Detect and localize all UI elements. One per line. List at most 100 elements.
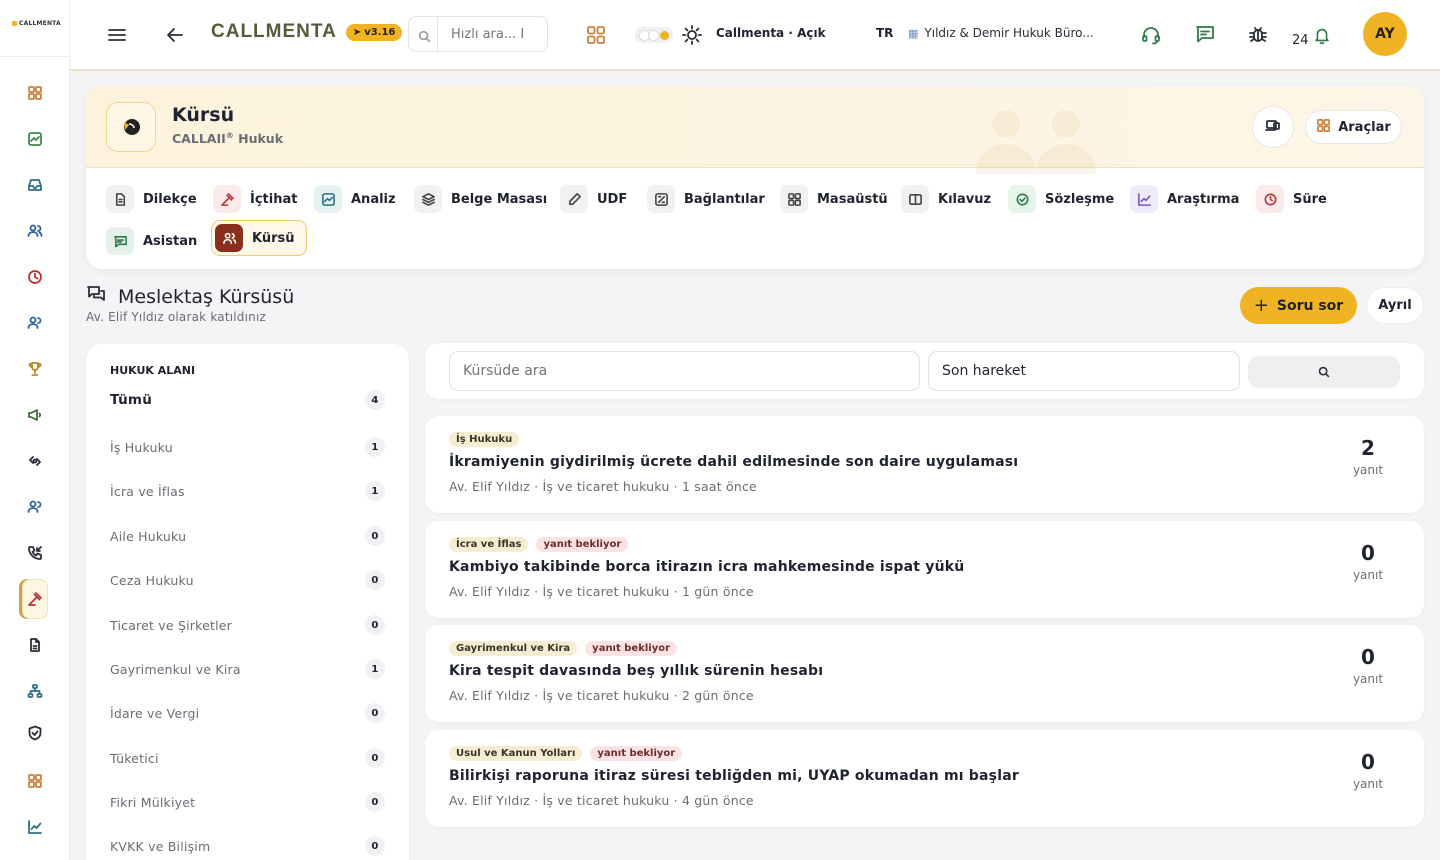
area-tag[interactable]: Usul ve Kanun Yolları — [449, 746, 583, 761]
filter-item[interactable]: İdare ve Vergi 0 — [110, 703, 385, 723]
filter-item[interactable]: Aile Hukuku 0 — [110, 526, 385, 546]
app-logo[interactable]: CALLMENTA — [12, 20, 61, 27]
message-icon[interactable] — [1194, 23, 1216, 45]
status-badge: yanıt bekliyor — [536, 537, 629, 552]
filter-item[interactable]: Ceza Hukuku 0 — [110, 570, 385, 590]
filter-heading: HUKUK ALANI — [110, 364, 196, 377]
page-subtitle: CALLAII® Hukuk — [172, 131, 284, 147]
sort-select[interactable]: Son hareket — [928, 351, 1240, 391]
search-icon — [1318, 363, 1330, 382]
rail-megaphone-icon[interactable] — [22, 402, 48, 428]
tab-arastirma[interactable]: Araştırma — [1130, 182, 1239, 216]
forum-search-input[interactable] — [463, 363, 903, 379]
rail-calls-icon[interactable] — [22, 540, 48, 566]
filter-item[interactable]: Fikri Mülkiyet 0 — [110, 792, 385, 812]
tab-sure[interactable]: Süre — [1256, 182, 1327, 216]
tab-masaustu[interactable]: Masaüstü — [780, 182, 888, 216]
filter-item[interactable]: İcra ve İflas 1 — [110, 481, 385, 501]
question-meta: Av. Elif Yıldız · İş ve ticaret hukuku ·… — [449, 584, 754, 599]
device-toggle-button[interactable] — [1252, 106, 1294, 148]
rail-chart-icon[interactable] — [22, 814, 48, 840]
filter-item[interactable]: İş Hukuku 1 — [110, 437, 385, 457]
question-meta: Av. Elif Yıldız · İş ve ticaret hukuku ·… — [449, 793, 754, 808]
theme-toggle[interactable] — [635, 27, 673, 43]
filter-item[interactable]: Tüketici 0 — [110, 748, 385, 768]
filter-count: 0 — [365, 570, 385, 590]
filter-item[interactable]: KVKK ve Bilişim 0 — [110, 836, 385, 856]
rail-integration-icon[interactable] — [22, 448, 48, 474]
menu-icon[interactable] — [106, 24, 128, 46]
rail-team-icon[interactable] — [22, 310, 48, 336]
question-tags: İş Hukuku — [449, 432, 520, 447]
filter-item[interactable]: Ticaret ve Şirketler 0 — [110, 615, 385, 635]
tab-baglantilar[interactable]: Bağlantılar — [647, 182, 765, 216]
rail-shield-icon[interactable] — [22, 720, 48, 746]
tab-kilavuz[interactable]: Kılavuz — [901, 182, 991, 216]
apps-grid-icon[interactable] — [585, 24, 607, 46]
area-tag[interactable]: İş Hukuku — [449, 432, 520, 447]
tab-analiz[interactable]: Analiz — [314, 182, 396, 216]
bug-icon[interactable] — [1247, 23, 1269, 45]
forum-search-field[interactable] — [449, 351, 920, 391]
tab-ictihat[interactable]: İçtihat — [213, 182, 297, 216]
filter-item-all[interactable]: Tümü 4 — [110, 390, 385, 410]
rail-analytics-icon[interactable] — [22, 126, 48, 152]
brand-name[interactable]: CALLMENTA — [211, 21, 337, 43]
tab-asistan[interactable]: Asistan — [106, 224, 197, 258]
question-title[interactable]: Kambiyo takibinde borca itirazın icra ma… — [449, 559, 964, 575]
firm-selector[interactable]: ▦ Yıldız & Demir Hukuk Büro... — [908, 26, 1094, 40]
question-title[interactable]: Bilirkişi raporuna itiraz süresi tebliğd… — [449, 768, 1019, 784]
tab-dilekce[interactable]: Dilekçe — [106, 182, 197, 216]
chat-icon — [106, 227, 134, 255]
filter-item[interactable]: Gayrimenkul ve Kira 1 — [110, 659, 385, 679]
back-arrow-icon[interactable] — [164, 24, 186, 46]
rail-users-icon[interactable] — [22, 494, 48, 520]
question-card[interactable]: Gayrimenkul ve Kira yanıt bekliyor Kira t… — [425, 625, 1424, 722]
check-badge-icon — [1008, 185, 1036, 213]
question-tags: İcra ve İflas yanıt bekliyor — [449, 537, 629, 552]
book-icon — [901, 185, 929, 213]
rail-hierarchy-icon[interactable] — [22, 678, 48, 704]
tools-button[interactable]: Araçlar — [1305, 110, 1402, 144]
lecture-icon — [106, 102, 156, 152]
rail-apps-icon[interactable] — [22, 768, 48, 794]
tab-kursu[interactable]: Kürsü — [211, 220, 307, 256]
rail-clock-icon[interactable] — [22, 264, 48, 290]
filter-count: 0 — [365, 748, 385, 768]
notifications[interactable]: 24 — [1292, 25, 1332, 49]
search-button[interactable] — [1248, 356, 1400, 388]
filter-count: 1 — [365, 481, 385, 501]
tab-udf[interactable]: UDF — [560, 182, 627, 216]
sun-icon[interactable] — [681, 24, 703, 46]
search-input[interactable] — [451, 26, 547, 42]
tab-sozlesme[interactable]: Sözleşme — [1008, 182, 1114, 216]
bell-icon — [1312, 25, 1332, 49]
rail-inbox-icon[interactable] — [22, 172, 48, 198]
filter-count: 0 — [365, 836, 385, 856]
area-tag[interactable]: Gayrimenkul ve Kira — [449, 641, 578, 656]
reply-count: 0 — [1361, 645, 1375, 669]
avatar[interactable]: AY — [1363, 12, 1407, 56]
question-meta: Av. Elif Yıldız · İş ve ticaret hukuku ·… — [449, 688, 754, 703]
rail-dashboard-icon[interactable] — [22, 80, 48, 106]
rail-gavel-icon[interactable] — [22, 579, 48, 619]
question-card[interactable]: İş Hukuku İkramiyenin giydirilmiş ücrete… — [425, 416, 1424, 513]
filter-count: 1 — [365, 437, 385, 457]
quick-search[interactable] — [408, 16, 548, 52]
language-selector[interactable]: TR — [876, 26, 893, 40]
section-title: Meslektaş Kürsüsü — [86, 284, 294, 309]
question-card[interactable]: İcra ve İflas yanıt bekliyor Kambiyo taki… — [425, 521, 1424, 618]
ask-question-button[interactable]: + Soru sor — [1240, 287, 1357, 324]
question-title[interactable]: İkramiyenin giydirilmiş ücrete dahil edi… — [449, 454, 1018, 470]
rail-contacts-icon[interactable] — [22, 218, 48, 244]
rail-document-icon[interactable] — [22, 632, 48, 658]
rail-trophy-icon[interactable] — [22, 356, 48, 382]
headset-icon[interactable] — [1140, 24, 1162, 46]
theme-label[interactable]: Callmenta · Açık — [716, 26, 826, 40]
question-meta: Av. Elif Yıldız · İş ve ticaret hukuku ·… — [449, 479, 757, 494]
question-card[interactable]: Usul ve Kanun Yolları yanıt bekliyor Bili… — [425, 730, 1424, 827]
tab-belge-masasi[interactable]: Belge Masası — [414, 182, 547, 216]
question-title[interactable]: Kira tespit davasında beş yıllık sürenin… — [449, 663, 823, 679]
leave-button[interactable]: Ayrıl — [1366, 287, 1424, 324]
area-tag[interactable]: İcra ve İflas — [449, 537, 529, 552]
